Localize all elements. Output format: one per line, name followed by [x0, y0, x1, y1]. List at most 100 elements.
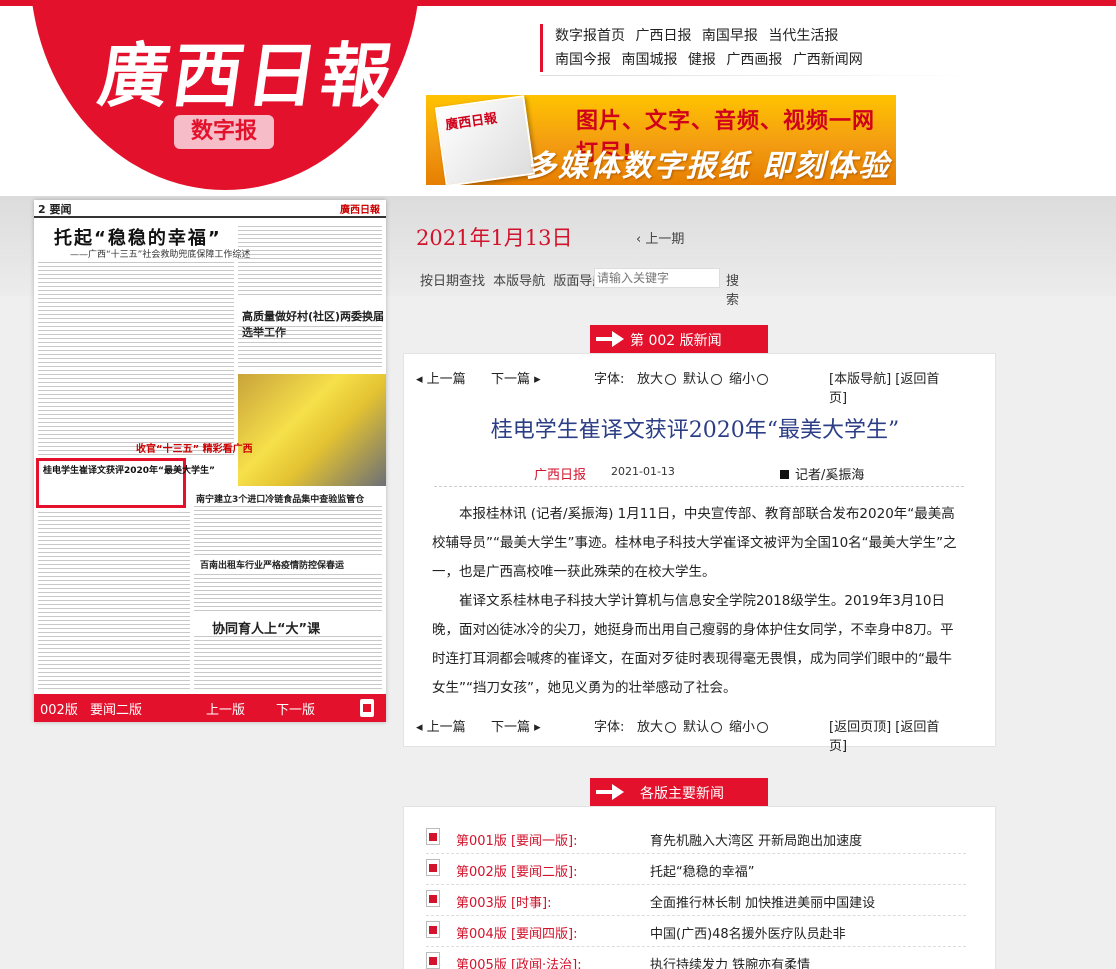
font-default-button[interactable]: 默认 — [683, 716, 723, 735]
news-page-label[interactable]: 第003版 [时事]: — [456, 892, 551, 911]
paper-text-block — [194, 574, 382, 614]
news-headline[interactable]: 全面推行林长制 加快推进美丽中国建设 — [650, 892, 875, 911]
article-body: 本报桂林讯 (记者/奚振海) 1月11日，中央宣传部、教育部联合发布2020年“… — [432, 500, 958, 703]
square-bullet-icon — [780, 470, 789, 479]
paper-text-block — [238, 226, 382, 296]
list-item[interactable]: 第005版 [政闻·法治]: 执行持续发力 铁腕亦有柔情 — [426, 948, 966, 969]
news-headline[interactable]: 执行持续发力 铁腕亦有柔情 — [650, 954, 810, 969]
font-smaller-label: 缩小 — [729, 720, 756, 735]
banner-line2: 多媒体数字报纸 即刻体验 — [526, 149, 891, 184]
news-page-label[interactable]: 第001版 [要闻一版]: — [456, 830, 577, 849]
article-date: 2021-01-13 — [611, 465, 675, 478]
link-health[interactable]: 健报 — [688, 52, 716, 68]
arrow-right-icon — [596, 331, 624, 347]
next-article-link[interactable]: 下一篇 ▸ — [491, 368, 541, 387]
page-preview[interactable]: 2 要闻 廣西日報 托起“稳稳的幸福” ——广西“十三五”社会救助兜底保障工作综… — [34, 200, 386, 722]
paper-headline-5[interactable]: 协同育人上“大”课 — [212, 618, 320, 637]
divider — [434, 486, 964, 487]
paper-headline-3[interactable]: 南宁建立3个进口冷链食品集中查验监管仓 — [196, 492, 364, 505]
paper-text-block — [194, 506, 382, 556]
font-default-label: 默认 — [683, 720, 710, 735]
news-headline[interactable]: 育先机融入大湾区 开新局跑出加速度 — [650, 830, 862, 849]
article-paragraph-2: 崔译文系桂林电子科技大学计算机与信息安全学院2018级学生。2019年3月10日… — [432, 593, 954, 696]
list-item[interactable]: 第004版 [要闻四版]: 中国(广西)48名援外医疗队员赴非 — [426, 917, 966, 947]
article-source: 广西日报 — [534, 468, 587, 483]
plus-circle-icon — [665, 722, 677, 733]
paper-text-block — [238, 326, 382, 370]
prev-issue-link[interactable]: ‹ 上一期 — [636, 228, 684, 247]
pdf-download-icon[interactable] — [360, 699, 374, 717]
font-label: 字体: — [594, 372, 625, 387]
nav-home-links-bottom[interactable]: [返回页顶] [返回首页] — [829, 716, 956, 754]
article-title: 桂电学生崔译文获评2020年“最美大学生” — [490, 418, 900, 443]
link-modern-life[interactable]: 当代生活报 — [768, 28, 838, 44]
search-by-date-link[interactable]: 按日期查找 — [420, 274, 485, 289]
article-highlight-box[interactable]: 桂电学生崔译文获评2020年“最美大学生” — [36, 458, 215, 508]
pdf-icon[interactable] — [426, 921, 440, 938]
search-bar: 按日期查找 本版导航 版面导航 搜索 — [420, 268, 739, 308]
search-button[interactable]: 搜索 — [726, 270, 739, 308]
article-author: 记者/奚振海 — [780, 464, 864, 483]
link-guangxi-daily[interactable]: 广西日报 — [635, 28, 691, 44]
link-nanguo-city[interactable]: 南国城报 — [621, 52, 677, 68]
plus-circle-icon — [665, 374, 677, 385]
next-article-label: 下一篇 — [491, 720, 531, 735]
paper-masthead: 廣西日報 — [340, 205, 380, 216]
news-page-label[interactable]: 第005版 [政闻·法治]: — [456, 954, 582, 969]
font-default-label: 默认 — [683, 372, 710, 387]
font-smaller-button[interactable]: 缩小 — [729, 716, 769, 735]
link-nanguo-morning[interactable]: 南国早报 — [702, 28, 758, 44]
link-gxnews[interactable]: 广西新闻网 — [793, 52, 863, 68]
paper-subhead: ——广西“十三五”社会救助兜底保障工作综述 — [70, 250, 251, 260]
section-ribbon-label: 第 002 版新闻 — [630, 333, 722, 349]
page-nav-link[interactable]: 本版导航 — [493, 274, 545, 289]
digital-edition-badge: 数字报 — [174, 115, 274, 149]
font-default-button[interactable]: 默认 — [683, 368, 723, 387]
link-guangxi-pictorial[interactable]: 广西画报 — [726, 52, 782, 68]
list-item[interactable]: 第001版 [要闻一版]: 育先机融入大湾区 开新局跑出加速度 — [426, 824, 966, 854]
section-ribbon: 第 002 版新闻 — [590, 325, 768, 353]
nav-home-links-top[interactable]: [本版导航] [返回首页] — [829, 368, 956, 406]
divider — [540, 75, 980, 76]
link-digital-home[interactable]: 数字报首页 — [555, 28, 625, 44]
list-item[interactable]: 第003版 [时事]: 全面推行林长制 加快推进美丽中国建设 — [426, 886, 966, 916]
news-page-label[interactable]: 第004版 [要闻四版]: — [456, 923, 577, 942]
minus-circle-icon — [757, 722, 769, 733]
highlight-title: 桂电学生崔译文获评2020年“最美大学生” — [43, 466, 215, 476]
font-bigger-button[interactable]: 放大 — [637, 368, 677, 387]
list-item[interactable]: 第002版 [要闻二版]: 托起“稳稳的幸福” — [426, 855, 966, 885]
prev-article-label: 上一篇 — [426, 372, 466, 387]
footer-page-number: 002版 — [40, 703, 78, 718]
pdf-icon[interactable] — [426, 828, 440, 845]
font-bigger-label: 放大 — [637, 372, 664, 387]
prev-article-link[interactable]: ◂ 上一篇 — [416, 716, 466, 735]
pdf-icon[interactable] — [426, 952, 440, 969]
paper-text-block — [38, 512, 190, 692]
search-input[interactable] — [594, 268, 720, 288]
paper-headline-4[interactable]: 百南出租车行业严格疫情防控保春运 — [200, 558, 344, 571]
paper-page-label: 2 要闻 — [38, 203, 72, 216]
pdf-icon[interactable] — [426, 859, 440, 876]
arrow-right-icon — [596, 784, 624, 800]
news-page-label[interactable]: 第002版 [要闻二版]: — [456, 861, 577, 880]
news-headline[interactable]: 中国(广西)48名援外医疗队员赴非 — [650, 923, 846, 942]
paper-header: 2 要闻 廣西日報 — [34, 200, 386, 218]
prev-article-link[interactable]: ◂ 上一篇 — [416, 368, 466, 387]
prev-page-button[interactable]: 上一版 — [206, 699, 245, 718]
main-news-ribbon: 各版主要新闻 — [590, 778, 768, 806]
newspaper-thumbnail-icon — [434, 95, 536, 185]
next-article-label: 下一篇 — [491, 372, 531, 387]
next-article-link[interactable]: 下一篇 ▸ — [491, 716, 541, 735]
promo-banner[interactable]: 图片、文字、音频、视频一网打尽! 多媒体数字报纸 即刻体验 — [426, 95, 896, 185]
logo-text: 廣西日報 — [93, 34, 402, 117]
pdf-icon[interactable] — [426, 890, 440, 907]
paper-text-block — [194, 636, 382, 692]
news-headline[interactable]: 托起“稳稳的幸福” — [650, 861, 754, 880]
footer-page-name: 要闻二版 — [90, 703, 143, 718]
next-page-button[interactable]: 下一版 — [276, 699, 315, 718]
link-nanguo-today[interactable]: 南国今报 — [555, 52, 611, 68]
font-smaller-button[interactable]: 缩小 — [729, 368, 769, 387]
font-bigger-button[interactable]: 放大 — [637, 716, 677, 735]
issue-date: 2021年1月13日 — [416, 226, 573, 250]
article-paragraph-1: 本报桂林讯 (记者/奚振海) 1月11日，中央宣传部、教育部联合发布2020年“… — [432, 506, 957, 580]
